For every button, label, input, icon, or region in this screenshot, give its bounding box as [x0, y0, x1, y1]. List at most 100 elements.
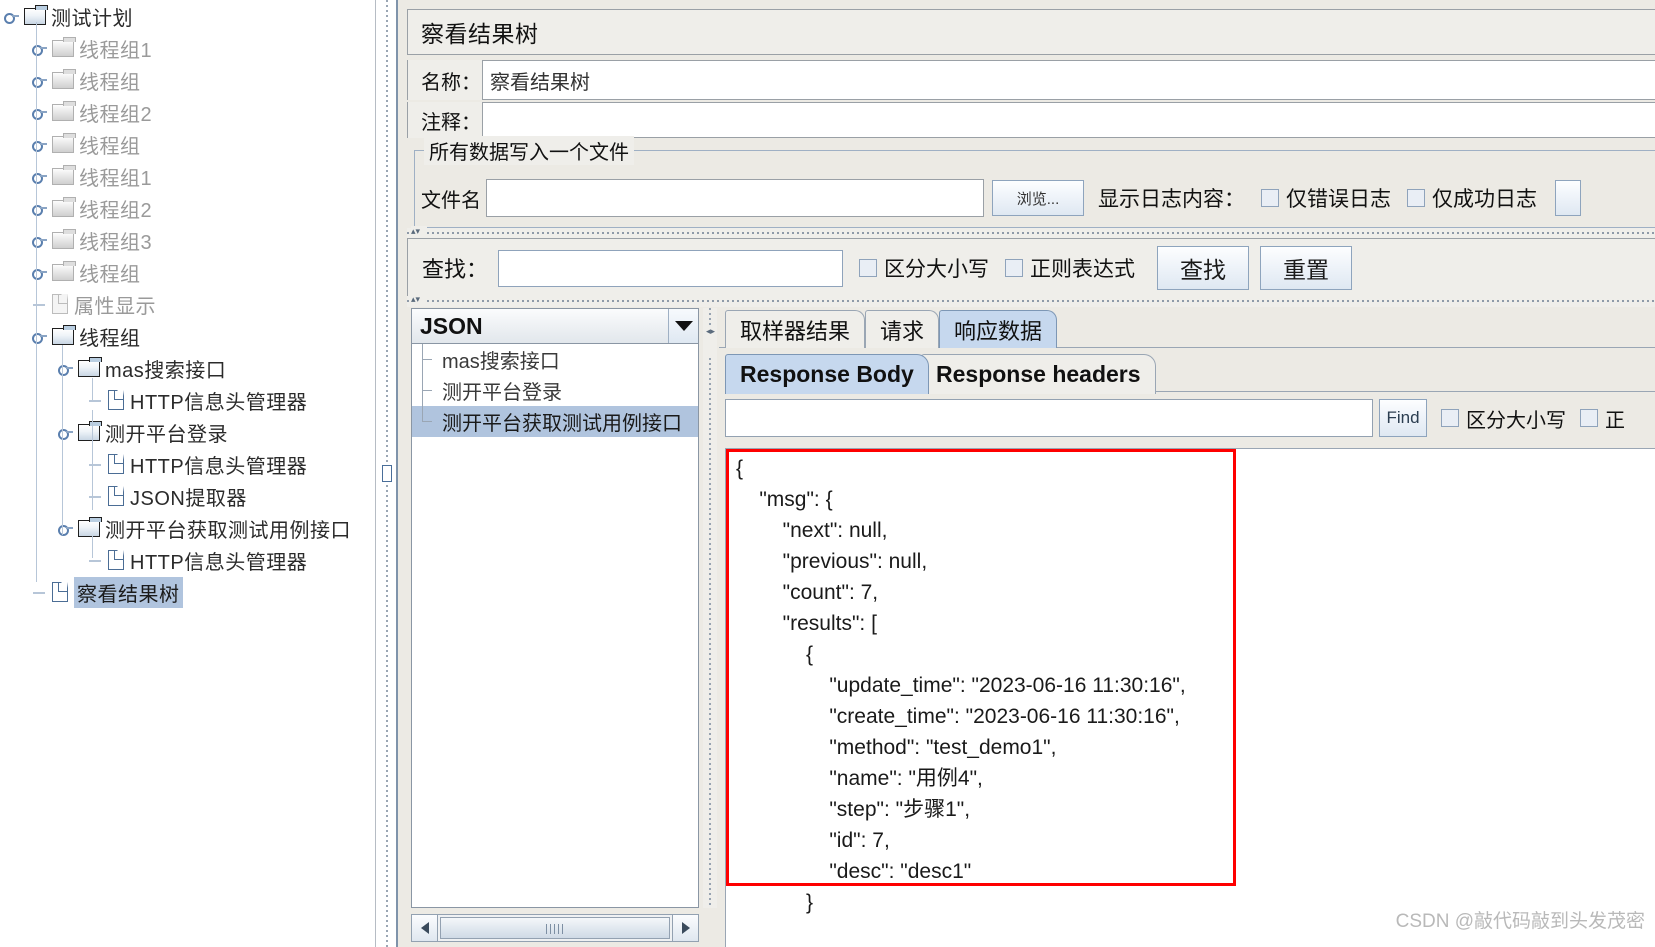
scrollbar-thumb[interactable]	[440, 917, 670, 939]
tree-item[interactable]: 属性显示	[0, 288, 375, 320]
response-case-sensitive-checkbox[interactable]: 区分大小写	[1441, 404, 1566, 433]
comment-label: 注释：	[407, 102, 482, 138]
comment-input[interactable]	[482, 102, 1655, 138]
tab-item[interactable]: 请求	[865, 310, 940, 348]
response-find-bar: Find 区分大小写 正	[719, 396, 1655, 440]
tree-elbow-icon	[32, 585, 46, 599]
tree-expand-toggle-icon[interactable]	[32, 41, 47, 56]
tree-item[interactable]: 线程组3	[0, 224, 375, 256]
filename-input[interactable]	[486, 179, 984, 217]
tree-expand-toggle-icon[interactable]	[32, 73, 47, 88]
tab-response-data[interactable]: 响应数据	[939, 310, 1058, 348]
tree-item[interactable]: 线程组	[0, 320, 375, 352]
test-plan-tree[interactable]: 测试计划 线程组1 线程组 线程组2 线程组 线程组1 线程组2 线程组3 线程组 属性显示 线程组…	[0, 0, 376, 947]
sample-list-item[interactable]: 测开平台获取测试用例接口	[412, 406, 698, 437]
tree-item-label: mas搜索接口	[105, 359, 227, 382]
sample-list-hscrollbar[interactable]	[411, 914, 699, 942]
tree-expand-toggle-icon[interactable]	[32, 265, 47, 280]
tree-item-label: HTTP信息头管理器	[130, 391, 308, 414]
tree-item-label: 线程组3	[79, 231, 153, 254]
tree-item[interactable]: 测开平台获取测试用例接口	[0, 512, 375, 544]
tree-item[interactable]: HTTP信息头管理器	[0, 384, 375, 416]
main-splitter[interactable]	[380, 0, 394, 947]
name-input[interactable]: 察看结果树	[482, 60, 1655, 100]
tree-expand-toggle-icon[interactable]	[32, 105, 47, 120]
response-body-viewer[interactable]: { "msg": { "next": null, "previous": nul…	[725, 448, 1655, 947]
tree-item[interactable]: 线程组	[0, 128, 375, 160]
filename-label: 文件名	[421, 189, 481, 212]
browse-button[interactable]: 浏览...	[992, 180, 1084, 216]
search-reset-button[interactable]: 重置	[1260, 246, 1353, 290]
results-splitter[interactable]: ◂▸	[703, 308, 717, 908]
tree-guide-line	[36, 22, 37, 352]
tree-item-content: 测开平台获取测试用例接口	[78, 514, 351, 543]
search-find-button[interactable]: 查找	[1157, 246, 1250, 290]
page-title: 察看结果树	[421, 21, 539, 47]
checkbox-icon[interactable]	[1407, 189, 1425, 207]
tree-item[interactable]: 线程组	[0, 64, 375, 96]
tree-item-label: 线程组1	[79, 39, 153, 62]
tab-item[interactable]: 取样器结果	[725, 310, 866, 348]
tree-item[interactable]: mas搜索接口	[0, 352, 375, 384]
tree-expand-toggle-icon[interactable]	[58, 521, 73, 536]
tree-expand-toggle-icon[interactable]	[58, 425, 73, 440]
scroll-left-icon[interactable]	[412, 915, 438, 941]
tree-item-content: 线程组	[52, 322, 141, 351]
sample-list-item-label: 测开平台获取测试用例接口	[442, 413, 682, 435]
main-tabstrip: 取样器结果 请求 响应数据	[719, 308, 1655, 348]
response-find-button[interactable]: Find	[1379, 399, 1427, 437]
response-regex-checkbox[interactable]: 正	[1580, 404, 1625, 433]
chevron-down-icon[interactable]	[668, 309, 698, 343]
tree-expand-toggle-icon[interactable]	[32, 201, 47, 216]
tree-item[interactable]: 测试计划	[0, 0, 375, 32]
sample-list-item[interactable]: mas搜索接口	[412, 344, 698, 375]
tree-item[interactable]: 测开平台登录	[0, 416, 375, 448]
subtab-response-headers[interactable]: Response headers	[921, 354, 1156, 394]
errors-only-checkbox[interactable]: 仅错误日志	[1261, 183, 1391, 213]
scroll-right-icon[interactable]	[672, 915, 698, 941]
tree-item-label: 线程组1	[79, 167, 153, 190]
tree-item[interactable]: HTTP信息头管理器	[0, 544, 375, 576]
result-tabs-area: 取样器结果 请求 响应数据 Response Body Response header…	[719, 308, 1655, 947]
tree-expand-toggle-icon[interactable]	[32, 169, 47, 184]
checkbox-icon[interactable]	[1580, 409, 1598, 427]
renderer-select[interactable]: JSON	[411, 308, 699, 344]
panel-header: 察看结果树	[407, 9, 1655, 55]
checkbox-icon[interactable]	[1005, 259, 1024, 277]
tree-expand-toggle-icon[interactable]	[4, 9, 19, 24]
tree-item[interactable]: 察看结果树	[0, 576, 375, 608]
tree-item[interactable]: 线程组1	[0, 160, 375, 192]
sample-list-item[interactable]: 测开平台登录	[412, 375, 698, 406]
search-input[interactable]	[498, 249, 844, 287]
splitter-grip[interactable]	[382, 465, 392, 482]
tree-item[interactable]: 线程组	[0, 256, 375, 288]
checkbox-icon[interactable]	[1441, 409, 1459, 427]
tree-elbow-icon	[88, 489, 102, 503]
tree-item[interactable]: 线程组2	[0, 192, 375, 224]
tree-expand-toggle-icon[interactable]	[32, 233, 47, 248]
tree-expand-toggle-icon[interactable]	[58, 361, 73, 376]
tree-item[interactable]: HTTP信息头管理器	[0, 448, 375, 480]
tree-item-label: 测开平台获取测试用例接口	[105, 519, 351, 542]
divider-grip-icon: ▴▾	[411, 226, 427, 237]
tree-item-content: 线程组1	[52, 34, 152, 63]
tree-elbow-icon	[88, 457, 102, 471]
search-regex-checkbox[interactable]: 正则表达式	[1005, 253, 1135, 283]
tree-item-content: 属性显示	[52, 290, 156, 319]
tree-item[interactable]: 线程组1	[0, 32, 375, 64]
tree-expand-toggle-icon[interactable]	[32, 329, 47, 344]
tree-item-content: 察看结果树	[52, 576, 183, 608]
tree-elbow-icon	[88, 553, 102, 567]
checkbox-icon[interactable]	[859, 259, 878, 277]
subtab-response-body[interactable]: Response Body	[725, 354, 929, 394]
sample-result-list[interactable]: mas搜索接口 测开平台登录测开平台获取测试用例接口	[411, 344, 699, 908]
configure-button[interactable]	[1555, 180, 1581, 216]
folder-icon	[78, 420, 102, 441]
tree-expand-toggle-icon[interactable]	[32, 137, 47, 152]
search-case-sensitive-checkbox[interactable]: 区分大小写	[859, 253, 989, 283]
checkbox-icon[interactable]	[1261, 189, 1279, 207]
success-only-checkbox[interactable]: 仅成功日志	[1407, 183, 1537, 213]
response-find-input[interactable]	[725, 399, 1373, 437]
tree-item[interactable]: JSON提取器	[0, 480, 375, 512]
tree-item[interactable]: 线程组2	[0, 96, 375, 128]
